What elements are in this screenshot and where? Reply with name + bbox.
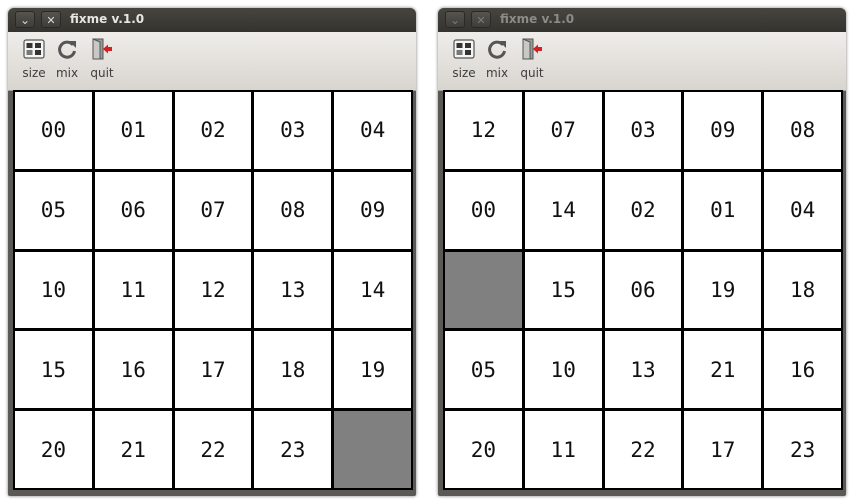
puzzle-board: 12 07 03 09 08 00 14 02 01 04 15 06 19 18 05 10 13 21 16 20… <box>443 90 843 490</box>
puzzle-tile[interactable]: 23 <box>764 411 841 488</box>
resize-icon <box>23 39 45 59</box>
puzzle-tile[interactable]: 03 <box>254 92 332 169</box>
mix-button[interactable]: mix <box>52 38 82 80</box>
puzzle-tile[interactable]: 15 <box>15 331 92 409</box>
puzzle-tile[interactable]: 16 <box>764 331 841 409</box>
puzzle-tile[interactable]: 00 <box>15 92 92 169</box>
puzzle-tile[interactable]: 04 <box>334 92 411 169</box>
puzzle-window-right: ⌄ ✕ fixme v.1.0 size mix quit 12 07 03 0… <box>438 8 846 496</box>
puzzle-tile[interactable]: 10 <box>524 331 602 409</box>
exit-icon <box>522 38 542 60</box>
window-close-button[interactable]: ✕ <box>471 11 491 28</box>
puzzle-tile[interactable]: 06 <box>94 171 172 249</box>
close-icon: ✕ <box>46 14 56 27</box>
puzzle-tile[interactable]: 22 <box>604 411 682 488</box>
puzzle-tile[interactable]: 12 <box>445 92 522 169</box>
puzzle-tile[interactable]: 18 <box>764 251 841 329</box>
puzzle-tile[interactable]: 13 <box>254 251 332 329</box>
puzzle-tile[interactable]: 13 <box>604 331 682 409</box>
puzzle-tile[interactable]: 08 <box>764 92 841 169</box>
refresh-icon <box>58 40 76 59</box>
mix-button[interactable]: mix <box>482 38 512 80</box>
size-button[interactable]: size <box>19 38 49 80</box>
title-bar[interactable]: ⌄ ✕ fixme v.1.0 <box>8 8 416 32</box>
puzzle-tile[interactable]: 09 <box>334 171 411 249</box>
puzzle-tile[interactable]: 09 <box>684 92 762 169</box>
puzzle-tile[interactable]: 17 <box>174 331 252 409</box>
puzzle-tile[interactable]: 05 <box>445 331 522 409</box>
toolbar: size mix quit <box>8 32 416 91</box>
puzzle-tile[interactable]: 04 <box>764 171 841 249</box>
puzzle-tile[interactable]: 15 <box>524 251 602 329</box>
puzzle-tile[interactable]: 07 <box>174 171 252 249</box>
puzzle-tile[interactable]: 12 <box>174 251 252 329</box>
puzzle-tile[interactable]: 17 <box>684 411 762 488</box>
exit-icon <box>92 38 112 60</box>
puzzle-tile[interactable]: 19 <box>684 251 762 329</box>
puzzle-tile[interactable]: 22 <box>174 411 252 488</box>
quit-button[interactable]: quit <box>517 38 547 80</box>
puzzle-tile[interactable]: 01 <box>684 171 762 249</box>
window-title: fixme v.1.0 <box>70 12 145 26</box>
puzzle-tile[interactable]: 05 <box>15 171 92 249</box>
window-title: fixme v.1.0 <box>500 12 575 26</box>
puzzle-tile[interactable]: 23 <box>254 411 332 488</box>
mix-label: mix <box>55 66 79 80</box>
quit-label: quit <box>520 66 544 80</box>
chevron-down-icon: ⌄ <box>19 13 31 27</box>
mix-label: mix <box>485 66 509 80</box>
empty-slot[interactable] <box>334 411 411 488</box>
puzzle-tile[interactable]: 03 <box>604 92 682 169</box>
puzzle-tile[interactable]: 14 <box>334 251 411 329</box>
puzzle-tile[interactable]: 06 <box>604 251 682 329</box>
puzzle-tile[interactable]: 07 <box>524 92 602 169</box>
puzzle-tile[interactable]: 02 <box>604 171 682 249</box>
puzzle-tile[interactable]: 01 <box>94 92 172 169</box>
chevron-down-icon: ⌄ <box>449 13 461 27</box>
puzzle-tile[interactable]: 18 <box>254 331 332 409</box>
window-close-button[interactable]: ✕ <box>41 11 61 28</box>
puzzle-tile[interactable]: 02 <box>174 92 252 169</box>
title-bar[interactable]: ⌄ ✕ fixme v.1.0 <box>438 8 846 32</box>
resize-icon <box>453 39 475 59</box>
toolbar: size mix quit <box>438 32 846 91</box>
size-label: size <box>22 66 46 80</box>
puzzle-tile[interactable]: 21 <box>684 331 762 409</box>
quit-label: quit <box>90 66 114 80</box>
size-button[interactable]: size <box>449 38 479 80</box>
puzzle-tile[interactable]: 14 <box>524 171 602 249</box>
close-icon: ✕ <box>476 14 486 27</box>
puzzle-tile[interactable]: 00 <box>445 171 522 249</box>
size-label: size <box>452 66 476 80</box>
quit-button[interactable]: quit <box>87 38 117 80</box>
puzzle-tile[interactable]: 16 <box>94 331 172 409</box>
puzzle-tile[interactable]: 19 <box>334 331 411 409</box>
window-menu-button[interactable]: ⌄ <box>15 11 35 28</box>
refresh-icon <box>488 40 506 59</box>
puzzle-tile[interactable]: 20 <box>15 411 92 488</box>
puzzle-tile[interactable]: 21 <box>94 411 172 488</box>
puzzle-tile[interactable]: 10 <box>15 251 92 329</box>
puzzle-tile[interactable]: 08 <box>254 171 332 249</box>
puzzle-board: 00 01 02 03 04 05 06 07 08 09 10 11 12 13 14 15 16 17 18 19… <box>13 90 413 490</box>
puzzle-tile[interactable]: 20 <box>445 411 522 488</box>
window-menu-button[interactable]: ⌄ <box>445 11 465 28</box>
empty-slot[interactable] <box>445 251 522 329</box>
puzzle-tile[interactable]: 11 <box>524 411 602 488</box>
puzzle-tile[interactable]: 11 <box>94 251 172 329</box>
puzzle-window-left: ⌄ ✕ fixme v.1.0 size mix quit 00 01 02 0… <box>8 8 416 496</box>
